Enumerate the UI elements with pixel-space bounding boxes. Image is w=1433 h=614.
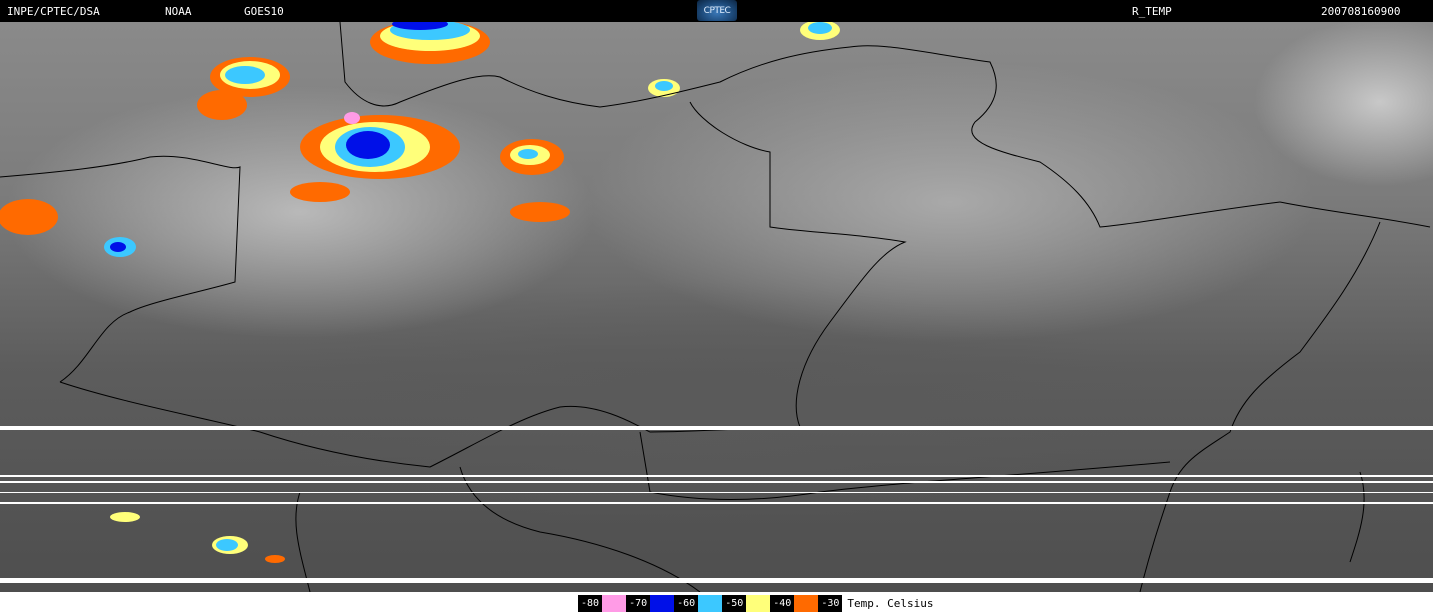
scanline-artifact: [0, 492, 1433, 493]
cptec-logo: CPTEC: [697, 0, 737, 21]
legend-swatch: [698, 595, 723, 612]
legend-label: -80: [578, 595, 603, 612]
satellite-map-overlay: [0, 18, 1431, 593]
legend-swatch: [602, 595, 627, 612]
legend-label: -70: [626, 595, 651, 612]
legend-title: Temp. Celsius: [847, 597, 934, 610]
legend-label: -50: [722, 595, 747, 612]
legend-scale: -80 -70 -60 -50 -40 -30 Temp. Celsius: [578, 595, 933, 612]
legend-label: -40: [770, 595, 795, 612]
legend-label: -60: [674, 595, 699, 612]
satellite-label: GOES10: [244, 5, 284, 18]
institution-label: INPE/CPTEC/DSA: [7, 5, 100, 18]
product-label: R_TEMP: [1132, 5, 1172, 18]
legend-label: -30: [818, 595, 843, 612]
scanline-artifact: [0, 481, 1433, 483]
scanline-artifact: [0, 426, 1433, 430]
agency-label: NOAA: [165, 5, 192, 18]
timestamp-label: 200708160900: [1321, 5, 1401, 18]
legend-swatch: [650, 595, 675, 612]
legend-swatch: [794, 595, 819, 612]
scanline-artifact: [0, 578, 1433, 583]
satellite-image: [0, 18, 1433, 593]
scanline-artifact: [0, 502, 1433, 504]
legend-swatch: [746, 595, 771, 612]
logo-text: CPTEC: [703, 5, 731, 16]
temperature-legend: -80 -70 -60 -50 -40 -30 Temp. Celsius: [0, 592, 1433, 614]
scanline-artifact: [0, 475, 1433, 477]
image-header: INPE/CPTEC/DSA NOAA GOES10 CPTEC R_TEMP …: [0, 0, 1433, 22]
